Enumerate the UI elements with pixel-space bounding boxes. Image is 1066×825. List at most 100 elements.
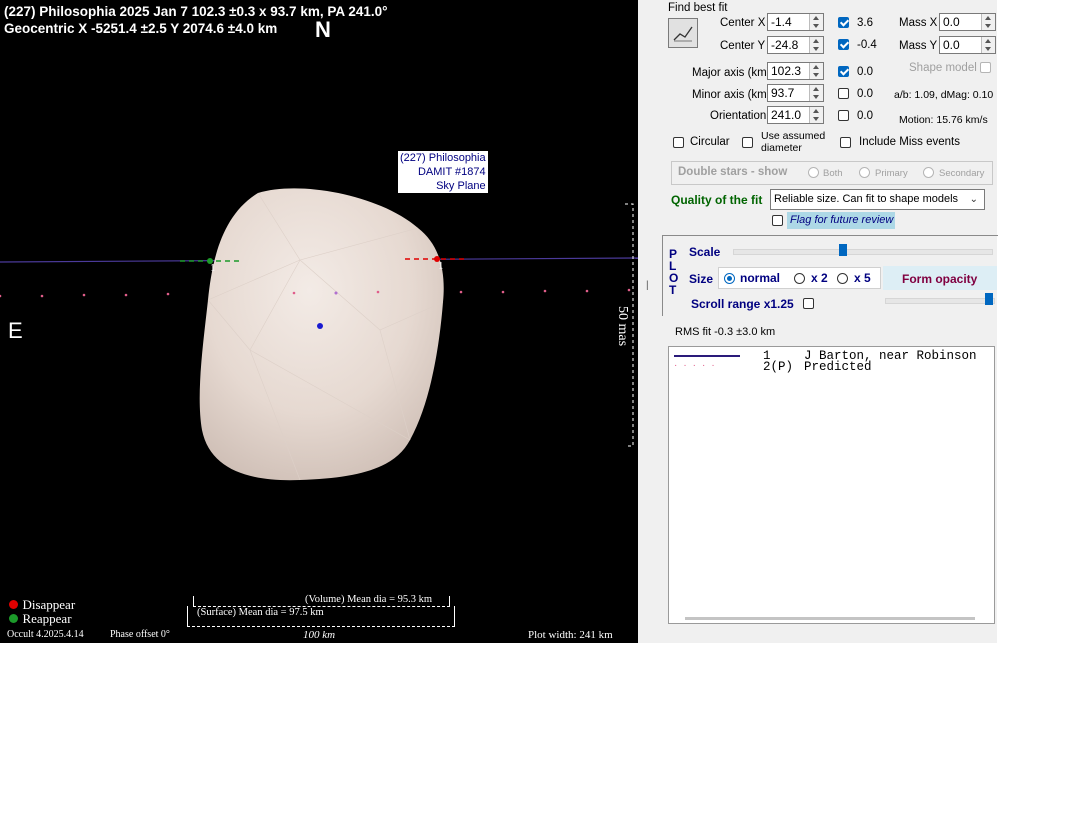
rms-fit-readout: RMS fit -0.3 ±3.0 km xyxy=(675,326,776,338)
center-y-input[interactable]: -24.8 xyxy=(767,36,824,54)
size-x2-radio[interactable] xyxy=(794,273,805,284)
quality-label: Quality of the fit xyxy=(671,193,763,207)
minor-axis-input[interactable]: 93.7 xyxy=(767,84,824,102)
best-fit-graph-icon xyxy=(673,26,693,42)
shape-model-checkbox[interactable] xyxy=(980,62,991,73)
center-x-fit-value: 3.6 xyxy=(857,17,873,29)
center-x-input[interactable]: -1.4 xyxy=(767,13,824,31)
scale-slider-thumb[interactable] xyxy=(839,244,847,256)
double-stars-label: Double stars - show xyxy=(678,166,788,178)
volume-dia-label: (Volume) Mean dia = 95.3 km xyxy=(305,594,433,605)
double-stars-group: Double stars - show Both Primary Seconda… xyxy=(671,161,993,185)
scale-label: Scale xyxy=(689,245,721,259)
mass-x-spinner[interactable] xyxy=(981,14,995,30)
shape-model-tag: (227) Philosophia DAMIT #1874 Sky Plane xyxy=(398,151,488,193)
orientation-fit-value: 0.0 xyxy=(857,110,873,122)
scroll-range-label: Scroll range x1.25 xyxy=(691,297,794,311)
tag-damit-id: DAMIT #1874 xyxy=(398,165,488,179)
secondary-label: Secondary xyxy=(939,168,985,179)
plot-area[interactable]: (227) Philosophia 2025 Jan 7 102.3 ±0.3 … xyxy=(0,0,638,643)
form-opacity-label: Form opacity xyxy=(902,272,978,286)
phase-offset-label: Phase offset 0° xyxy=(110,629,170,640)
version-label: Occult 4.2025.4.14 xyxy=(7,629,84,640)
size-options: normal x 2 x 5 xyxy=(718,267,881,289)
fit-center-y-checkbox[interactable] xyxy=(838,39,849,50)
center-x-spinner[interactable] xyxy=(809,14,823,30)
scale-mas-label: 50 mas xyxy=(615,306,630,347)
minor-axis-fit-value: 0.0 xyxy=(857,88,873,100)
mass-y-spinner[interactable] xyxy=(981,37,995,53)
primary-label: Primary xyxy=(875,168,908,179)
mass-y-input[interactable]: 0.0 xyxy=(939,36,996,54)
observer-1-line-sample xyxy=(674,350,740,360)
both-label: Both xyxy=(823,168,843,179)
chord-label-left: 1 xyxy=(210,262,216,274)
flag-review-checkbox[interactable] xyxy=(772,215,783,226)
use-assumed-diameter-checkbox[interactable] xyxy=(742,137,753,148)
legend-reappear: Reappear xyxy=(9,610,72,628)
scale-km-label: 100 km xyxy=(303,629,336,641)
observer-2-name: Predicted xyxy=(804,360,872,374)
chevron-down-icon: ⌄ xyxy=(969,194,978,205)
mass-x-input[interactable]: 0.0 xyxy=(939,13,996,31)
plot-width-label: Plot width: 241 km xyxy=(528,629,613,641)
circular-checkbox[interactable] xyxy=(673,137,684,148)
observer-list[interactable]: 1 J Barton, near Robinson ····· 2(P) Pre… xyxy=(668,346,995,624)
mass-x-label: Mass X xyxy=(899,17,938,29)
major-axis-fit-value: 0.0 xyxy=(857,66,873,78)
fit-minor-axis-checkbox[interactable] xyxy=(838,88,849,99)
major-axis-spinner[interactable] xyxy=(809,63,823,79)
orientation-label: Orientation xyxy=(710,110,767,122)
size-normal-label: normal xyxy=(740,271,781,285)
observer-list-scrollbar[interactable] xyxy=(685,617,975,620)
quality-dropdown[interactable]: Reliable size. Can fit to shape models ⌄ xyxy=(770,189,985,210)
plot-settings-group: PLOT Scale Size normal x 2 x 5 Form opac… xyxy=(662,235,998,316)
tag-sky-plane: Sky Plane xyxy=(398,179,488,193)
mass-y-label: Mass Y xyxy=(899,40,938,52)
circular-label: Circular xyxy=(690,136,730,148)
find-best-fit-label: Find best fit xyxy=(668,2,728,14)
flag-review-label: Flag for future review xyxy=(790,214,894,226)
form-opacity-slider-thumb[interactable] xyxy=(985,293,993,305)
scroll-range-checkbox[interactable] xyxy=(803,298,814,309)
fit-center-x-checkbox[interactable] xyxy=(838,17,849,28)
size-normal-radio[interactable] xyxy=(724,273,735,284)
motion-readout: Motion: 15.76 km/s xyxy=(899,114,988,126)
disappear-dot-icon xyxy=(9,600,18,610)
size-x5-label: x 5 xyxy=(854,271,871,285)
predicted-center-marker xyxy=(334,291,338,295)
fit-orientation-checkbox[interactable] xyxy=(838,110,849,121)
observer-2-num: 2(P) xyxy=(763,360,794,374)
size-x5-radio[interactable] xyxy=(837,273,848,284)
shape-model-label: Shape model xyxy=(909,62,977,74)
panel-splitter-handle[interactable]: | xyxy=(646,280,649,291)
center-y-label: Center Y xyxy=(720,40,766,52)
minor-axis-spinner[interactable] xyxy=(809,85,823,101)
form-opacity-slider[interactable] xyxy=(885,298,995,304)
include-miss-checkbox[interactable] xyxy=(840,137,851,148)
find-best-fit-button[interactable] xyxy=(668,18,698,48)
chord-label-right: 1 xyxy=(438,260,444,272)
center-x-label: Center X xyxy=(720,17,766,29)
observer-2-dot-sample: ····· xyxy=(674,360,721,371)
fit-center-marker xyxy=(317,323,323,329)
center-y-spinner[interactable] xyxy=(809,37,823,53)
major-axis-label: Major axis (km) xyxy=(692,67,771,79)
secondary-radio[interactable] xyxy=(923,167,934,178)
asteroid-shape-plot xyxy=(0,188,638,481)
surface-dia-label: (Surface) Mean dia = 97.5 km xyxy=(197,607,324,618)
both-radio[interactable] xyxy=(808,167,819,178)
size-label: Size xyxy=(689,272,714,286)
include-miss-label: Include Miss events xyxy=(859,136,960,148)
flag-review-highlight: Flag for future review xyxy=(787,212,895,229)
orientation-spinner[interactable] xyxy=(809,107,823,123)
scale-slider[interactable] xyxy=(733,249,993,255)
major-axis-input[interactable]: 102.3 xyxy=(767,62,824,80)
orientation-input[interactable]: 241.0 xyxy=(767,106,824,124)
ab-dmag-readout: a/b: 1.09, dMag: 0.10 xyxy=(894,89,994,101)
legend-reappear-label: Reappear xyxy=(22,610,72,626)
fit-major-axis-checkbox[interactable] xyxy=(838,66,849,77)
center-y-fit-value: -0.4 xyxy=(857,39,877,51)
asteroid-body xyxy=(199,188,444,481)
primary-radio[interactable] xyxy=(859,167,870,178)
